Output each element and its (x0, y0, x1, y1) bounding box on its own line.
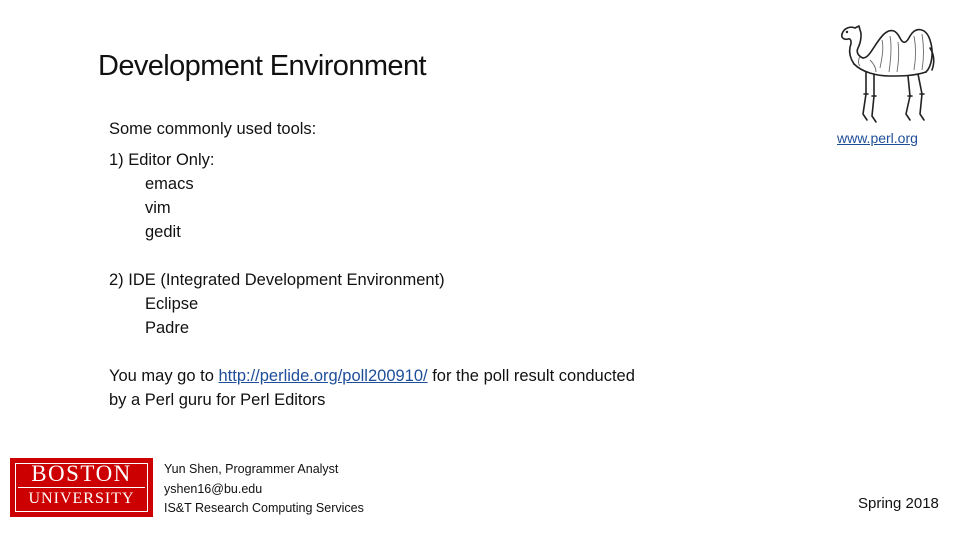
logo-divider (18, 487, 145, 488)
intro-text: Some commonly used tools: (109, 120, 317, 138)
perl-camel-icon (841, 25, 935, 123)
ide-heading: 2) IDE (Integrated Development Environme… (109, 271, 445, 289)
author-org: IS&T Research Computing Services (164, 501, 364, 515)
perl-website-link[interactable]: www.perl.org (837, 130, 918, 146)
poll-note-line2: by a Perl guru for Perl Editors (109, 391, 326, 409)
author-block: Yun Shen, Programmer Analyst yshen16@bu.… (164, 462, 364, 521)
poll-link[interactable]: http://perlide.org/poll200910/ (218, 367, 427, 385)
editor-item: vim (145, 199, 171, 217)
author-email: yshen16@bu.edu (164, 481, 263, 496)
semester-label: Spring 2018 (858, 495, 939, 512)
logo-line2: UNIVERSITY (28, 490, 135, 507)
logo-line1: BOSTON (31, 461, 132, 486)
poll-note-line1: You may go to http://perlide.org/poll200… (109, 367, 635, 386)
editor-item: gedit (145, 223, 181, 241)
boston-university-logo: BOSTON UNIVERSITY (10, 458, 153, 517)
slide-body: Some commonly used tools: 1) Editor Only… (109, 120, 749, 420)
editor-heading: 1) Editor Only: (109, 151, 215, 169)
author-name: Yun Shen, Programmer Analyst (164, 462, 339, 476)
slide-title: Development Environment (98, 50, 427, 82)
poll-note-suffix: for the poll result conducted (427, 367, 635, 385)
ide-item: Padre (145, 319, 190, 337)
poll-note-prefix: You may go to (109, 367, 219, 385)
editor-item: emacs (145, 175, 194, 193)
ide-item: Eclipse (145, 295, 199, 313)
